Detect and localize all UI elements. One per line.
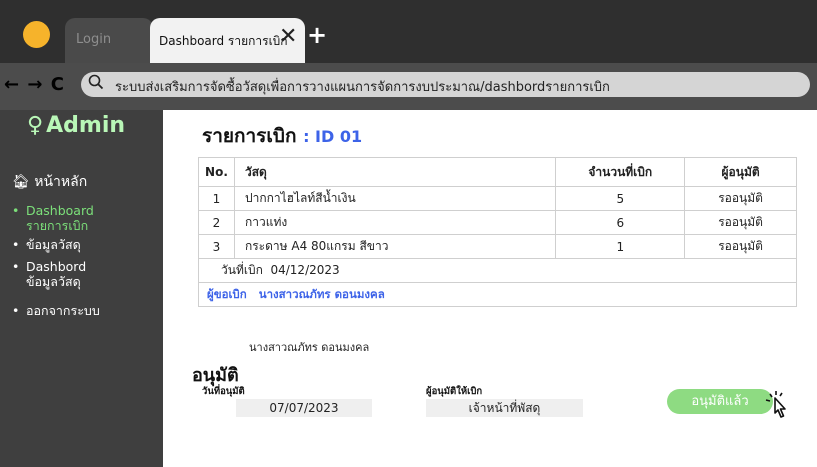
approved-button[interactable]: อนุมัติแล้ว [667,389,773,414]
pointer-click-icon [761,388,795,427]
requester-label: ผู้ขอเบิก [207,286,247,301]
tab-login-label: Login [76,32,112,47]
table-header-row: No. วัสดุ จำนวนที่เบิก ผู้อนุมัติ [198,157,797,187]
approver-field[interactable]: เจ้าหน้าที่พัสดุ [426,399,583,417]
signature-name: นางสาวณภัทร ดอนมงคล [249,341,370,354]
cell-material: ปากกาไฮไลท์สีน้ำเงิน [233,186,557,211]
request-id: : ID 01 [303,127,363,146]
requester-cell: ผู้ขอเบิก นางสาวณภัทร ดอนมงคล [198,282,797,307]
address-bar[interactable]: ระบบส่งเสริมการจัดซื้อวัสดุเพื่อการวางแผ… [81,72,810,97]
cell-no: 3 [198,234,235,259]
address-url: ระบบส่งเสริมการจัดซื้อวัสดุเพื่อการวางแผ… [115,80,610,95]
table-row: 1 ปากกาไฮไลท์สีน้ำเงิน 5 รออนุมัติ [198,186,797,211]
cell-material: กระดาษ A4 80แกรม สีขาว [233,234,557,259]
cell-no: 1 [198,186,235,211]
cell-material: กาวแท่ง [233,210,557,235]
bullet-icon: • [12,237,20,252]
page-title-text: รายการเบิก [202,125,297,147]
col-approver: ผู้อนุมัติ [684,157,797,187]
requester-row: ผู้ขอเบิก นางสาวณภัทร ดอนมงคล [198,282,797,307]
sidebar-item-line1: Dashbord [26,259,87,274]
bullet-icon: • [12,259,20,274]
page-title: รายการเบิก : ID 01 [202,121,362,151]
items-table: No. วัสดุ จำนวนที่เบิก ผู้อนุมัติ 1 ปากก… [198,157,797,307]
bullet-icon: • [12,303,20,318]
brand-label: Admin [46,113,126,138]
sidebar-item-line2: รายการเบิก [26,218,89,233]
brand: ♀ Admin [27,113,125,138]
col-no: No. [198,157,235,187]
table-row: 2 กาวแท่ง 6 รออนุมัติ [198,210,797,235]
sidebar-item-logout-label: ออกจากระบบ [26,303,100,318]
cell-approver: รออนุมัติ [684,186,797,211]
sidebar-item-dashboard-label: Dashboard รายการเบิก [26,203,94,233]
withdraw-date-row: วันที่เบิก 04/12/2023 [198,258,797,283]
tab-login[interactable]: Login [65,18,153,63]
sidebar-item-home[interactable]: 🏠︎ หน้าหลัก [12,171,87,193]
bullet-icon: • [12,203,20,218]
admin-icon: ♀ [27,113,44,138]
navigation-arrows-icon[interactable]: ← → C [4,74,65,95]
new-tab-icon[interactable]: + [307,23,327,47]
search-icon [88,74,104,94]
withdraw-date-label: วันที่เบิก [221,263,263,277]
sidebar-item-material-dashboard-label: Dashbord ข้อมูลวัสดุ [26,259,86,289]
cell-approver: รออนุมัติ [684,210,797,235]
approver-label: ผู้อนุมัติให้เบิก [426,386,483,397]
col-material: วัสดุ [233,157,557,187]
approval-date-field[interactable]: 07/07/2023 [236,399,372,417]
tab-dashboard[interactable]: Dashboard รายการเบิก ✕ [150,18,305,63]
table-row: 3 กระดาษ A4 80แกรม สีขาว 1 รออนุมัติ [198,234,797,259]
sidebar-item-material-dashboard[interactable]: • Dashbord ข้อมูลวัสดุ [12,259,162,291]
sidebar-item-line2: ข้อมูลวัสดุ [26,274,81,289]
cell-no: 2 [198,210,235,235]
sidebar: ♀ Admin 🏠︎ หน้าหลัก • Dashboard รายการเบิ… [0,110,163,467]
withdraw-date-cell: วันที่เบิก 04/12/2023 [198,258,797,283]
cell-quantity: 5 [555,186,686,211]
cell-quantity: 1 [555,234,686,259]
sidebar-item-materials-label: ข้อมูลวัสดุ [26,237,81,252]
cell-quantity: 6 [555,210,686,235]
close-tab-icon[interactable]: ✕ [279,26,297,48]
approval-date-label: วันที่อนุมัติ [202,386,245,397]
window-control-dot[interactable] [23,21,50,48]
tab-dashboard-label: Dashboard รายการเบิก [159,34,288,48]
cell-approver: รออนุมัติ [684,234,797,259]
withdraw-date-value: 04/12/2023 [270,263,340,277]
sidebar-item-materials[interactable]: • ข้อมูลวัสดุ [12,237,162,253]
sidebar-item-dashboard[interactable]: • Dashboard รายการเบิก [12,203,162,235]
requester-name: นางสาวณภัทร ดอนมงคล [258,286,385,301]
address-row: ← → C ระบบส่งเสริมการจัดซื้อวัสดุเพื่อกา… [0,63,817,110]
col-quantity: จำนวนที่เบิก [555,157,686,187]
tab-bar: Login Dashboard รายการเบิก ✕ + [0,0,817,63]
sidebar-item-logout[interactable]: • ออกจากระบบ [12,303,162,319]
sidebar-item-line1: Dashboard [26,203,94,218]
home-icon: 🏠︎ [12,174,30,190]
sidebar-item-home-label: หน้าหลัก [34,174,88,190]
